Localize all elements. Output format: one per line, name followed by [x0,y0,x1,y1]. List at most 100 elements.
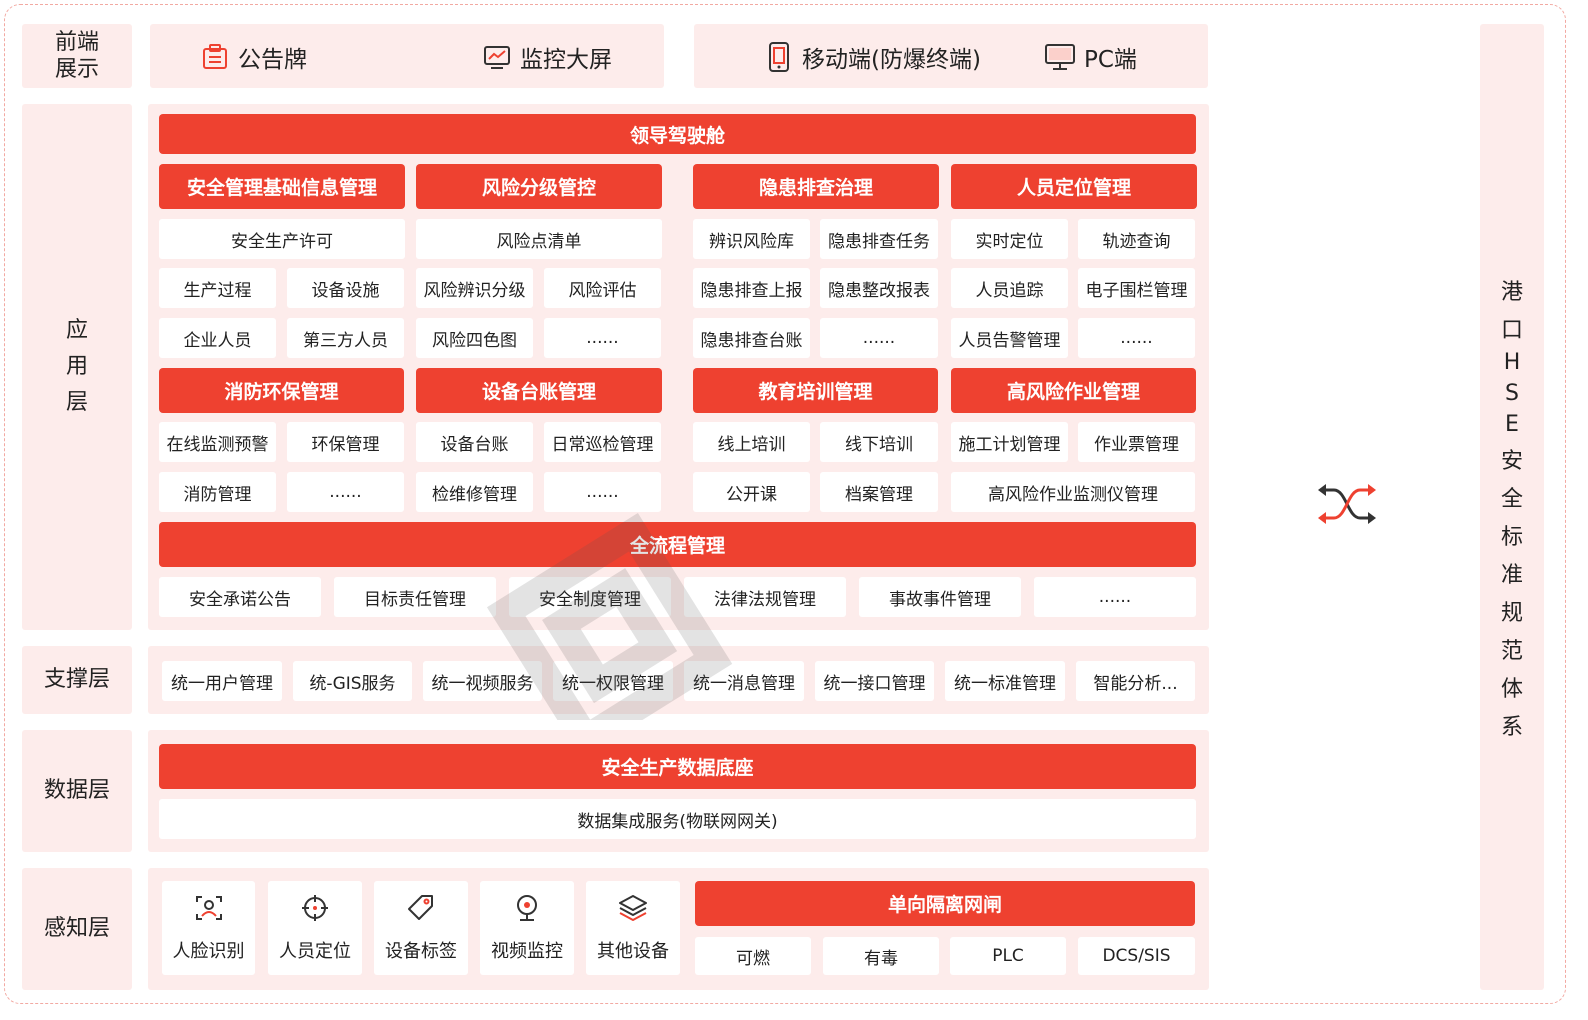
app-cell[interactable]: 风险辨识分级 [416,268,533,308]
layer-label-data: 数据层 [22,730,132,852]
app-cell[interactable]: 人员告警管理 [951,318,1068,358]
support-item[interactable]: 智能分析... [1076,661,1195,701]
support-item[interactable]: 统一用户管理 [162,661,282,701]
process-item[interactable]: 法律法规管理 [684,577,846,617]
front-item-mobile[interactable]: 移动端(防爆终端) [764,40,981,74]
front-item-screen[interactable]: 监控大屏 [482,40,612,74]
group-header[interactable]: 人员定位管理 [951,164,1197,209]
gateway-item[interactable]: 可燃 [695,937,811,975]
app-cell[interactable]: 施工计划管理 [951,422,1068,462]
process-item[interactable]: 事故事件管理 [859,577,1021,617]
app-cell[interactable]: 辨识风险库 [693,219,810,259]
layer-label-sense: 感知层 [22,868,132,990]
mobile-icon [769,42,789,72]
app-cell[interactable]: 人员追踪 [951,268,1068,308]
group-header[interactable]: 隐患排查治理 [693,164,939,209]
app-cell[interactable]: 电子围栏管理 [1078,268,1195,308]
process-item[interactable]: ...... [1034,577,1196,617]
process-item[interactable]: 目标责任管理 [334,577,496,617]
sense-device[interactable]: 人员定位 [268,881,362,975]
clipboard-icon [203,44,227,69]
app-cell[interactable]: 轨迹查询 [1078,219,1195,259]
support-item[interactable]: 统一消息管理 [684,661,804,701]
app-cell[interactable]: 在线监测预警 [159,422,276,462]
sense-device-label: 人员定位 [279,941,351,962]
app-cell[interactable]: 高风险作业监测仪管理 [951,472,1195,512]
group-header[interactable]: 设备台账管理 [416,368,662,413]
app-cell[interactable]: 第三方人员 [287,318,404,358]
group-header[interactable]: 教育培训管理 [693,368,938,413]
support-item[interactable]: 统-GIS服务 [293,661,412,701]
app-cell[interactable]: 隐患整改报表 [820,268,938,308]
gateway-item[interactable]: PLC [950,937,1066,975]
sense-device[interactable]: 设备标签 [374,881,468,975]
app-cell[interactable]: 风险点清单 [416,219,662,259]
app-cell[interactable]: 消防管理 [159,472,276,512]
cockpit-bar[interactable]: 领导驾驶舱 [159,114,1196,154]
gateway-bar[interactable]: 单向隔离网闸 [695,881,1195,926]
layers-icon [619,895,647,921]
pc-icon [1045,44,1075,70]
group-header[interactable]: 风险分级管控 [416,164,662,209]
app-cell[interactable]: 公开课 [693,472,810,512]
app-cell[interactable]: 检维修管理 [416,472,533,512]
face-scan-icon [195,896,222,920]
sense-device-label: 设备标签 [385,941,457,962]
support-item[interactable]: 统一视频服务 [423,661,542,701]
app-cell[interactable]: ...... [544,318,661,358]
support-item[interactable]: 统一接口管理 [815,661,934,701]
layer-label-app: 应用层 [22,104,132,630]
sense-device[interactable]: 人脸识别 [162,881,255,975]
sense-device-label: 其他设备 [597,941,669,962]
support-item[interactable]: 统一权限管理 [553,661,673,701]
front-item-label: 监控大屏 [520,47,612,73]
app-cell[interactable]: 作业票管理 [1078,422,1195,462]
layer-label-support: 支撑层 [22,646,132,714]
process-item[interactable]: 安全承诺公告 [159,577,321,617]
app-cell[interactable]: 设备设施 [287,268,404,308]
app-cell[interactable]: 线下培训 [820,422,938,462]
app-cell[interactable]: 风险评估 [544,268,661,308]
app-cell[interactable]: ...... [287,472,404,512]
app-cell[interactable]: ...... [1078,318,1195,358]
support-item[interactable]: 统一标准管理 [945,661,1065,701]
group-header[interactable]: 安全管理基础信息管理 [159,164,405,209]
app-cell[interactable]: 档案管理 [820,472,938,512]
gateway-item[interactable]: 有毒 [823,937,939,975]
front-item-pc[interactable]: PC端 [1044,40,1137,74]
monitor-chart-icon [484,46,510,69]
sense-device[interactable]: 其他设备 [586,881,680,975]
front-item-bulletin[interactable]: 公告牌 [200,40,307,74]
app-cell[interactable]: 隐患排查上报 [693,268,810,308]
layer-label-front: 前端 展示 [22,24,132,88]
data-service[interactable]: 数据集成服务(物联网网关) [159,799,1196,839]
sense-device-label: 人脸识别 [172,941,245,962]
group-header[interactable]: 高风险作业管理 [951,368,1196,413]
process-bar[interactable]: 全流程管理 [159,522,1196,567]
sense-device[interactable]: 视频监控 [480,881,574,975]
app-cell[interactable]: 线上培训 [693,422,810,462]
app-cell[interactable]: 企业人员 [159,318,276,358]
front-item-label: 公告牌 [238,47,307,73]
front-item-label: 移动端(防爆终端) [802,47,981,73]
app-cell[interactable]: ...... [544,472,661,512]
app-cell[interactable]: 设备台账 [416,422,533,462]
app-cell[interactable]: 安全生产许可 [159,219,405,259]
standard-system-column: 港 口 H S E 安 全 标 准 规 范 体 系 [1480,24,1544,990]
group-header[interactable]: 消防环保管理 [159,368,404,413]
standard-system-title: 港 口 H S E 安 全 标 准 规 范 体 系 [1500,279,1523,740]
gateway-item[interactable]: DCS/SIS [1078,937,1195,975]
data-base-bar[interactable]: 安全生产数据底座 [159,744,1196,789]
crosshair-icon [302,895,328,921]
app-cell[interactable]: 隐患排查台账 [693,318,810,358]
camera-icon [517,895,537,921]
app-cell[interactable]: 实时定位 [951,219,1068,259]
app-cell[interactable]: 生产过程 [159,268,276,308]
process-item[interactable]: 安全制度管理 [509,577,671,617]
app-cell[interactable]: 隐患排查任务 [820,219,938,259]
app-cell[interactable]: 风险四色图 [416,318,533,358]
app-cell[interactable]: 环保管理 [287,422,404,462]
app-cell[interactable]: ...... [820,318,938,358]
app-cell[interactable]: 日常巡检管理 [544,422,661,462]
shuffle-icon [1318,484,1376,524]
